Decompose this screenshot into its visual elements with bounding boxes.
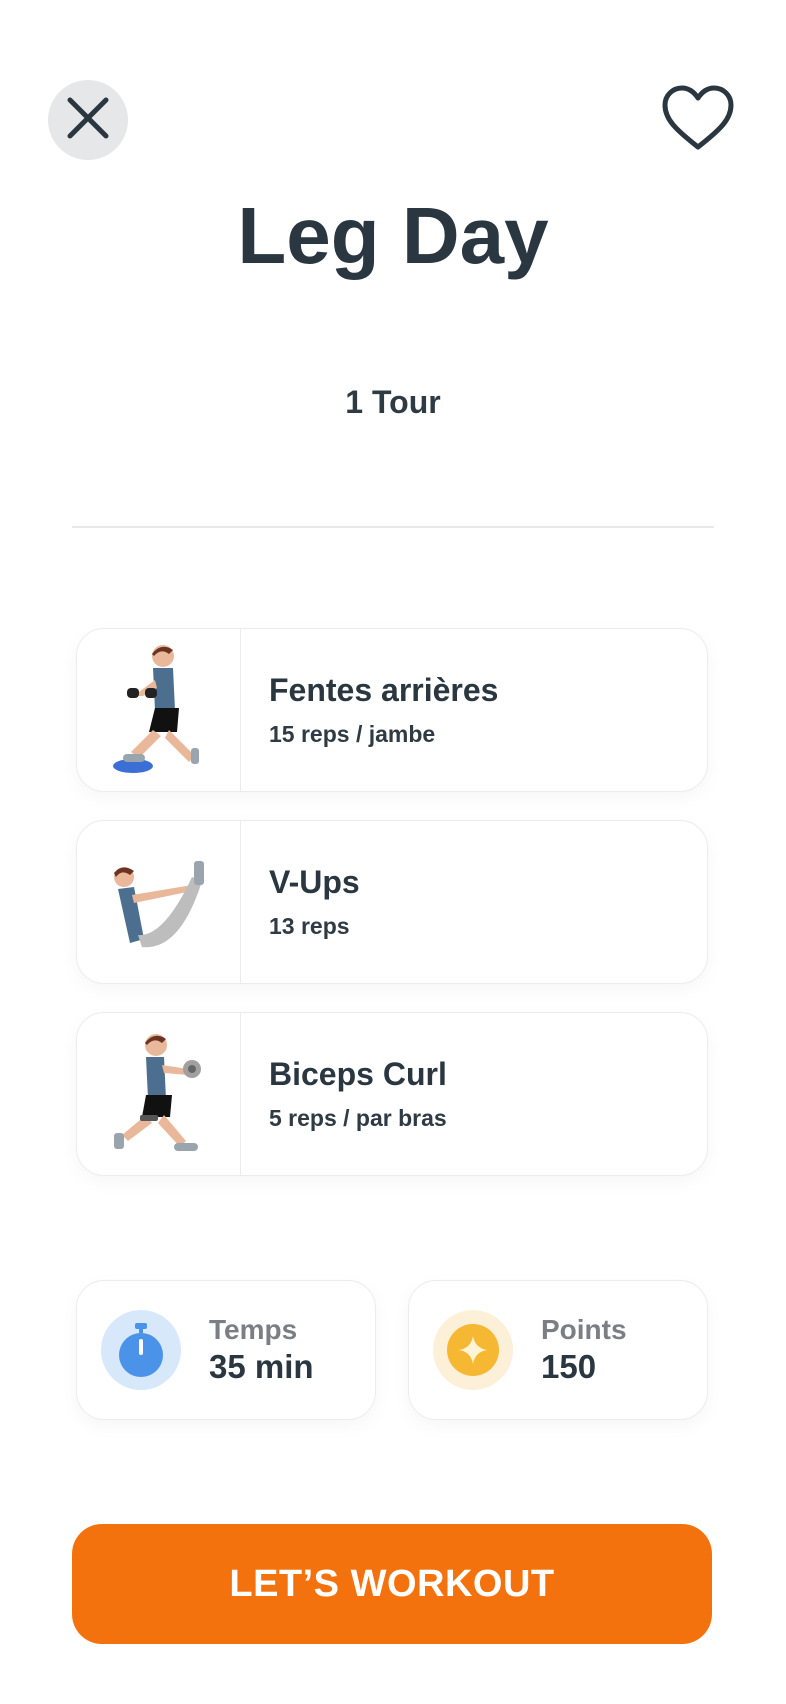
time-value: 35 min [209,1348,314,1385]
reverse-lunge-illustration [112,645,199,773]
points-stat-card: Points 150 [408,1280,708,1420]
v-up-illustration [113,861,204,948]
exercise-card-reverse-lunges[interactable]: Fentes arrières 15 reps / jambe [76,628,708,792]
exercise-card-v-ups[interactable]: V-Ups 13 reps [76,820,708,984]
close-button[interactable] [48,80,128,160]
exercise-reps: 5 reps / par bras [269,1105,447,1131]
time-stat-card: Temps 35 min [76,1280,376,1420]
page-title: Leg Day [237,191,549,280]
points-label: Points [541,1314,627,1345]
star-coin-icon [433,1310,513,1390]
close-icon [66,96,110,145]
exercise-name: Biceps Curl [269,1056,447,1092]
lunge-curl-illustration [113,1034,201,1151]
exercise-list: Fentes arrières 15 reps / jambe V-Ups 13… [76,628,708,1204]
exercise-illustration [77,1013,241,1175]
exercise-name: V-Ups [269,864,360,900]
exercise-card-biceps-curl[interactable]: Biceps Curl 5 reps / par bras [76,1012,708,1176]
start-workout-button[interactable]: LET’S WORKOUT [72,1524,712,1644]
favorite-button[interactable] [660,84,736,156]
exercise-illustration [77,821,241,983]
time-label: Temps [209,1314,298,1345]
exercise-reps: 15 reps / jambe [269,721,436,747]
divider [72,526,714,528]
exercise-name: Fentes arrières [269,672,499,708]
exercise-illustration [77,629,241,791]
heart-outline-icon [661,85,735,156]
stopwatch-icon [101,1310,181,1390]
exercise-reps: 13 reps [269,913,350,939]
points-value: 150 [541,1348,597,1385]
workout-stats: Temps 35 min Points 150 [76,1280,708,1420]
rounds-label: 1 Tour [345,384,441,420]
